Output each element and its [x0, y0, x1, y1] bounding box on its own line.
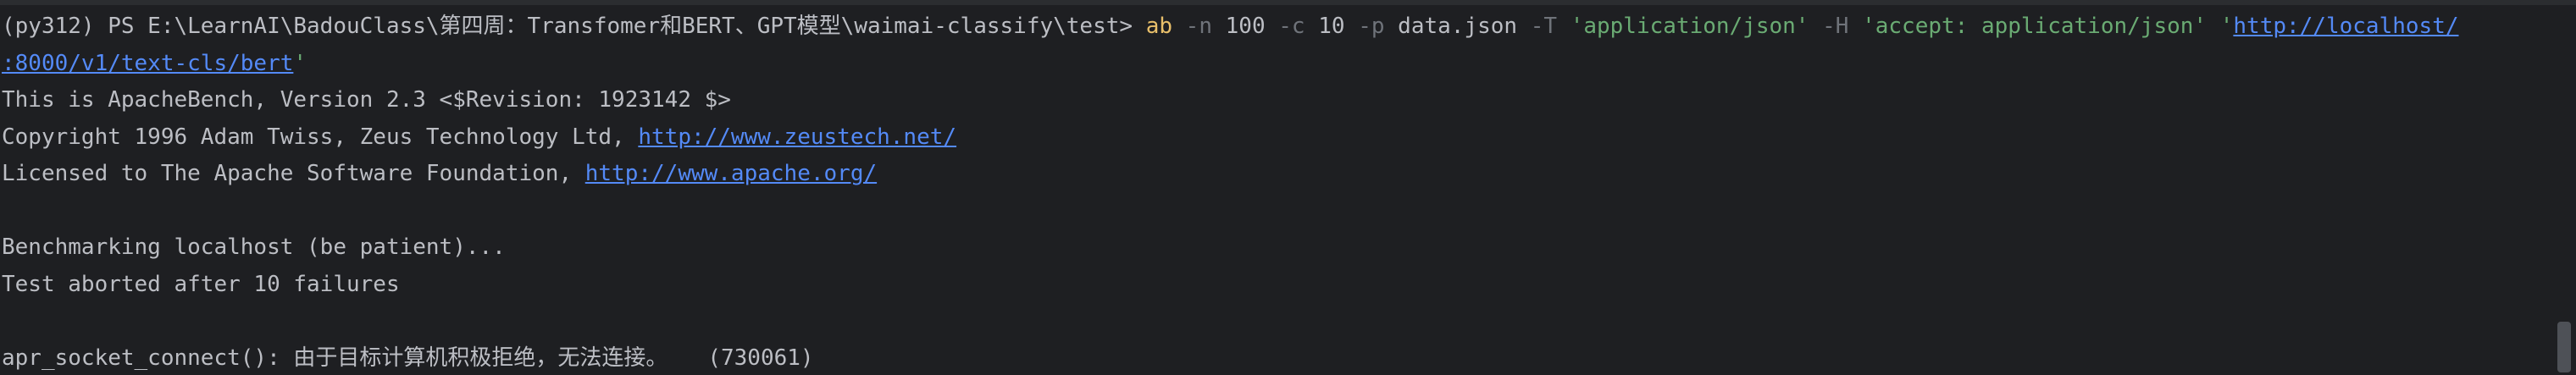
- output-line-copyright: Copyright 1996 Adam Twiss, Zeus Technolo…: [2, 119, 2576, 157]
- output-line-license: Licensed to The Apache Software Foundati…: [2, 156, 2576, 193]
- output-line-benchmarking: Benchmarking localhost (be patient)...: [2, 234, 506, 260]
- value-c: 10: [1318, 14, 1345, 39]
- apache-link[interactable]: http://www.apache.org/: [585, 161, 877, 186]
- copyright-text: Copyright 1996 Adam Twiss, Zeus Technolo…: [2, 124, 639, 150]
- flag-n: -n: [1185, 14, 1212, 39]
- url-link-part2[interactable]: :8000/v1/text-cls/bert: [2, 51, 293, 76]
- command-program: ab: [1145, 14, 1173, 39]
- flag-c: -c: [1278, 14, 1305, 39]
- url-link-part1[interactable]: http://localhost/: [2233, 14, 2458, 39]
- output-line-blank: [2, 193, 2576, 230]
- output-line-blank-2: [2, 303, 2576, 340]
- flag-T: -T: [1530, 14, 1558, 39]
- vertical-scrollbar[interactable]: [2557, 322, 2571, 372]
- flag-p: -p: [1358, 14, 1385, 39]
- command-line: (py312) PS E:\LearnAI\BadouClass\第四周：Tra…: [2, 8, 2576, 46]
- url-quote-close: ': [293, 50, 307, 76]
- value-n: 100: [1225, 14, 1266, 39]
- flag-H: -H: [1822, 14, 1849, 39]
- value-T: 'application/json': [1570, 14, 1809, 39]
- license-text: Licensed to The Apache Software Foundati…: [2, 161, 585, 186]
- terminal-top-edge: [0, 0, 2576, 5]
- zeustech-link[interactable]: http://www.zeustech.net/: [638, 124, 956, 150]
- shell-prompt: (py312) PS E:\LearnAI\BadouClass\第四周：Tra…: [2, 14, 1146, 39]
- value-H: 'accept: application/json': [1862, 14, 2208, 39]
- output-line-aborted: Test aborted after 10 failures: [2, 271, 400, 297]
- output-line-version: This is ApacheBench, Version 2.3 <$Revis…: [2, 87, 731, 113]
- command-line-wrap: :8000/v1/text-cls/bert': [2, 46, 2576, 83]
- value-p: data.json: [1398, 14, 1518, 39]
- output-line-error: apr_socket_connect(): 由于目标计算机积极拒绝，无法连接。 …: [2, 345, 814, 371]
- url-quote-open: ': [2219, 14, 2234, 39]
- terminal-window[interactable]: (py312) PS E:\LearnAI\BadouClass\第四周：Tra…: [0, 0, 2576, 375]
